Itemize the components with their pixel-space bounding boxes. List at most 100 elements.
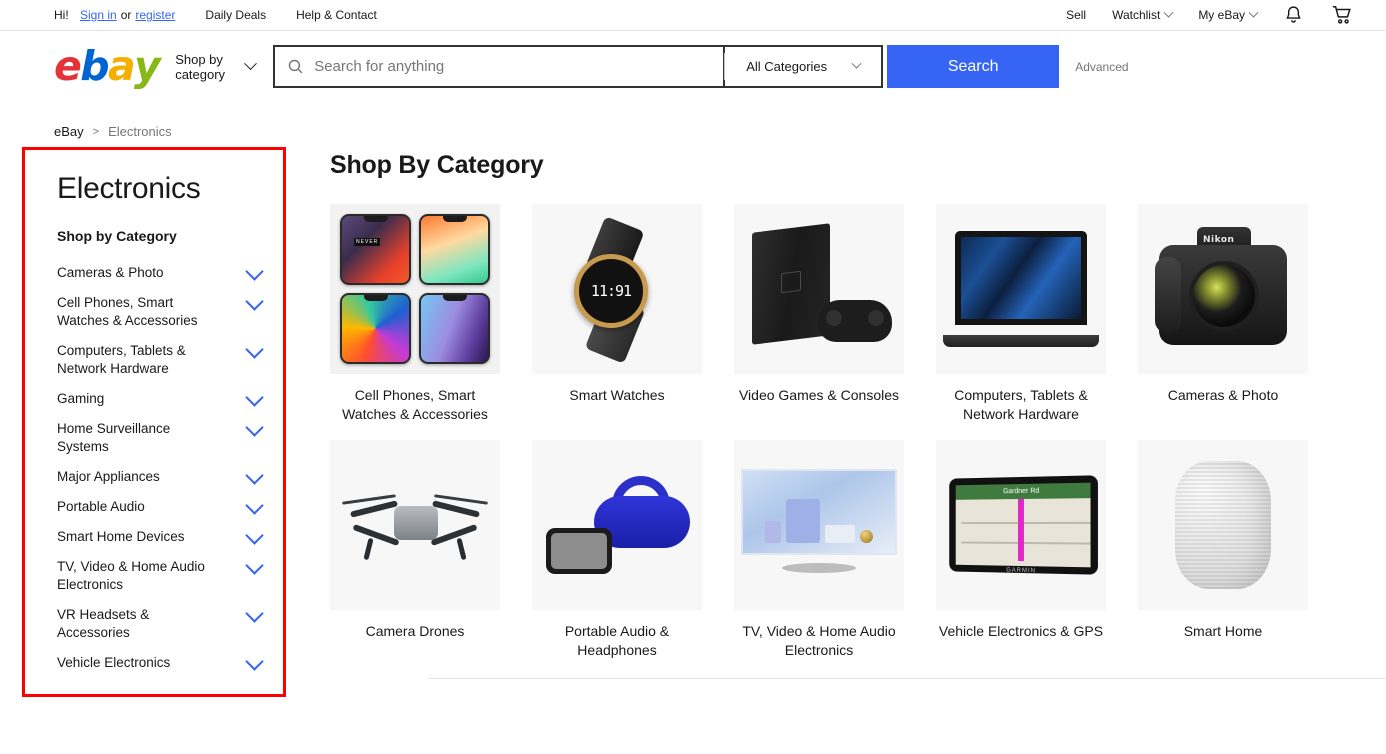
bell-icon[interactable] [1283, 4, 1304, 26]
sidebar-item-home-surveillance[interactable]: Home Surveillance Systems [57, 414, 264, 462]
sidebar-item-label: Home Surveillance Systems [57, 421, 171, 454]
breadcrumb-current: Electronics [108, 124, 172, 139]
sidebar-item-gaming[interactable]: Gaming [57, 384, 264, 414]
topbar-right-group: Sell Watchlist My eBay [1066, 4, 1354, 26]
search-icon [288, 59, 303, 74]
sidebar-item-label: Computers, Tablets & Network Hardware [57, 343, 186, 376]
tile-label: Video Games & Consoles [738, 387, 900, 403]
tile-label: Cameras & Photo [1167, 387, 1279, 403]
watchlist-menu[interactable]: Watchlist [1112, 7, 1174, 22]
tile-smart-watches[interactable]: 11:91 Smart Watches [532, 204, 702, 424]
greeting-text: Hi! [54, 8, 69, 22]
category-select[interactable]: All Categories [723, 45, 884, 88]
chevron-down-icon [1248, 7, 1259, 18]
chevron-down-icon[interactable] [245, 652, 264, 671]
sell-link[interactable]: Sell [1066, 8, 1086, 22]
tile-smart-home[interactable]: Smart Home [1138, 440, 1308, 660]
tile-camera-drones[interactable]: Camera Drones [330, 440, 500, 660]
chevron-down-icon[interactable] [245, 388, 264, 407]
phones-artwork [330, 204, 500, 374]
my-ebay-menu[interactable]: My eBay [1198, 7, 1259, 22]
sidebar-item-label: Cameras & Photo [57, 265, 164, 280]
sidebar-item-smart-home-devices[interactable]: Smart Home Devices [57, 522, 264, 552]
chevron-down-icon[interactable] [245, 262, 264, 281]
tile-cell-phones[interactable]: Cell Phones, Smart Watches & Accessories [330, 204, 500, 424]
chevron-down-icon[interactable] [245, 340, 264, 359]
cart-icon[interactable] [1330, 4, 1354, 26]
tile-video-games[interactable]: Video Games & Consoles [734, 204, 904, 424]
sidebar-category-list: Cameras & Photo Cell Phones, Smart Watch… [57, 258, 264, 678]
search-input-container[interactable] [273, 45, 724, 88]
watchlist-label: Watchlist [1112, 8, 1161, 22]
ebay-logo[interactable]: ebay [54, 42, 161, 90]
breadcrumb-ebay[interactable]: eBay [54, 124, 84, 139]
tile-label: Smart Home [1183, 623, 1263, 639]
sidebar-item-label: Vehicle Electronics [57, 655, 171, 670]
help-contact-link[interactable]: Help & Contact [296, 8, 377, 22]
tile-image-cameras-photo: Nikon [1138, 204, 1308, 374]
tile-label: Portable Audio & Headphones [564, 623, 670, 658]
tile-image-vehicle-gps: Gardner Rd GARMIN [936, 440, 1106, 610]
sidebar-item-cell-phones[interactable]: Cell Phones, Smart Watches & Accessories [57, 288, 264, 336]
sidebar-item-label: VR Headsets & Accessories [57, 607, 150, 640]
chevron-down-icon[interactable] [245, 466, 264, 485]
tile-image-tv-video [734, 440, 904, 610]
sidebar-item-label: Gaming [57, 391, 105, 406]
sidebar-item-major-appliances[interactable]: Major Appliances [57, 462, 264, 492]
tile-tv-video[interactable]: TV, Video & Home Audio Electronics [734, 440, 904, 660]
shop-by-category-heading: Shop By Category [330, 151, 544, 179]
category-select-value: All Categories [746, 59, 828, 74]
phone-icon [419, 293, 490, 364]
search-bar: All Categories Search [273, 45, 1060, 88]
speaker-artwork [542, 470, 692, 580]
search-input[interactable] [314, 58, 712, 75]
advanced-search-link[interactable]: Advanced [1075, 60, 1128, 74]
tile-cameras-photo[interactable]: Nikon Cameras & Photo [1138, 204, 1308, 424]
tile-vehicle-gps[interactable]: Gardner Rd GARMIN Vehicle Electronics & … [936, 440, 1106, 660]
logo-letter-y: y [134, 42, 161, 90]
gps-brand-text: GARMIN [1006, 567, 1036, 575]
tile-computers[interactable]: Computers, Tablets & Network Hardware [936, 204, 1106, 424]
smart-speaker-artwork [1175, 461, 1271, 589]
breadcrumb-separator-icon: > [92, 125, 100, 138]
tile-label: Vehicle Electronics & GPS [938, 623, 1104, 639]
sidebar-item-vehicle-electronics[interactable]: Vehicle Electronics [57, 648, 264, 678]
tile-label: Computers, Tablets & Network Hardware [954, 387, 1088, 422]
category-tile-grid: Cell Phones, Smart Watches & Accessories… [330, 204, 1386, 660]
sidebar-item-portable-audio[interactable]: Portable Audio [57, 492, 264, 522]
sidebar-item-tv-video[interactable]: TV, Video & Home Audio Electronics [57, 552, 264, 600]
chevron-down-icon[interactable] [245, 604, 264, 623]
television-artwork [741, 469, 897, 581]
tile-image-computers [936, 204, 1106, 374]
chevron-down-icon[interactable] [245, 292, 264, 311]
page-body: Electronics Shop by Category Cameras & P… [0, 139, 1386, 697]
site-header: ebay Shop by category All Categories Sea… [0, 31, 1386, 102]
sidebar-item-vr-headsets[interactable]: VR Headsets & Accessories [57, 600, 264, 648]
phone-icon [340, 214, 411, 285]
laptop-artwork [943, 227, 1099, 351]
logo-letter-e: e [54, 42, 82, 90]
sidebar-item-cameras-photo[interactable]: Cameras & Photo [57, 258, 264, 288]
sidebar-item-computers-tablets[interactable]: Computers, Tablets & Network Hardware [57, 336, 264, 384]
tile-image-camera-drones [330, 440, 500, 610]
category-sidebar: Electronics Shop by Category Cameras & P… [22, 147, 286, 697]
search-button[interactable]: Search [887, 45, 1060, 88]
shop-by-category-menu[interactable]: Shop by category [175, 52, 258, 82]
or-text: or [120, 8, 132, 22]
sidebar-subtitle: Shop by Category [57, 228, 177, 244]
sell-label: Sell [1066, 8, 1087, 22]
chevron-down-icon[interactable] [245, 526, 264, 545]
section-divider [428, 678, 1386, 679]
page-title: Electronics [57, 172, 201, 205]
top-utility-bar: Hi! Sign in or register Daily Deals Help… [0, 0, 1386, 31]
phone-icon [419, 214, 490, 285]
chevron-down-icon[interactable] [245, 418, 264, 437]
tile-portable-audio[interactable]: Portable Audio & Headphones [532, 440, 702, 660]
daily-deals-link[interactable]: Daily Deals [205, 8, 266, 22]
chevron-down-icon[interactable] [245, 496, 264, 515]
chevron-down-icon[interactable] [245, 556, 264, 575]
sign-in-link[interactable]: Sign in [80, 8, 117, 22]
tile-label: Camera Drones [365, 623, 465, 639]
topbar-left-group: Hi! Sign in or register Daily Deals Help… [54, 8, 377, 22]
register-link[interactable]: register [135, 8, 175, 22]
